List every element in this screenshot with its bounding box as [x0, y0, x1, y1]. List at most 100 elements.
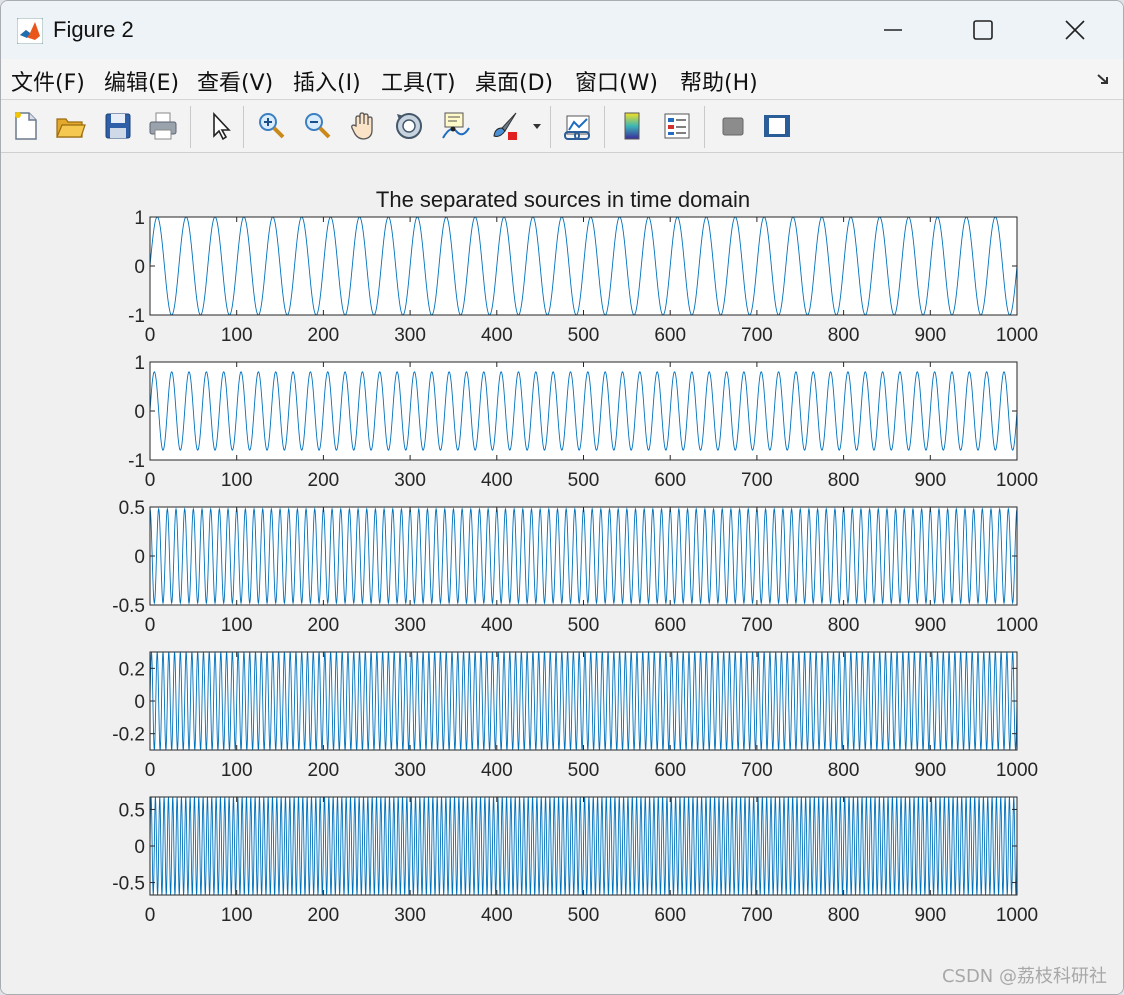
brush-button[interactable]	[485, 107, 523, 145]
axes-box	[149, 506, 1018, 606]
window-title: Figure 2	[53, 17, 134, 42]
close-button[interactable]	[1029, 1, 1121, 59]
x-tick-label: 700	[741, 615, 773, 636]
x-tick-label: 900	[914, 470, 946, 491]
x-tick-label: 700	[741, 470, 773, 491]
x-tick-label: 300	[394, 760, 426, 781]
new-figure-icon	[15, 112, 37, 140]
x-tick-label: 0	[145, 615, 156, 636]
x-tick-label: 800	[828, 615, 860, 636]
open-file-icon	[56, 118, 86, 138]
new-figure-button[interactable]	[7, 107, 45, 145]
print-icon	[149, 112, 177, 140]
menu-tools[interactable]: 工具(T)	[381, 65, 456, 97]
hide-plot-tools-button[interactable]	[714, 107, 752, 145]
figure-toolbar	[1, 100, 1123, 153]
subplot-4: 0 100 200 300 400 500 600 700 800 900 10000.20-0.2	[112, 651, 1038, 781]
x-tick-label: 400	[481, 470, 513, 491]
data-cursor-icon	[442, 112, 470, 139]
x-tick-label: 800	[828, 760, 860, 781]
x-tick-label: 700	[741, 760, 773, 781]
x-tick-label: 1000	[996, 615, 1038, 636]
y-tick-label: 0	[134, 837, 145, 858]
brush-icon	[493, 112, 517, 140]
save-button[interactable]	[99, 107, 137, 145]
y-tick-label: -1	[128, 306, 145, 327]
subplot-2: 0 100 200 300 400 500 600 700 800 900 100010-1	[128, 353, 1038, 491]
y-tick-label: 1	[134, 208, 145, 229]
x-tick-label: 800	[828, 470, 860, 491]
menu-view[interactable]: 查看(V)	[197, 65, 273, 97]
y-tick-label: 0	[134, 402, 145, 423]
y-tick-label: -0.5	[112, 874, 145, 895]
x-tick-label: 200	[308, 615, 340, 636]
menu-window[interactable]: 窗口(W)	[575, 65, 658, 97]
colorbar-button[interactable]	[613, 107, 651, 145]
subplot-3: 0 100 200 300 400 500 600 700 800 900 10000.50-0.5	[112, 498, 1038, 636]
zoom-in-button[interactable]	[252, 107, 290, 145]
x-tick-label: 1000	[996, 760, 1038, 781]
x-tick-label: 800	[828, 905, 860, 926]
x-tick-label: 0	[145, 325, 156, 346]
legend-icon	[664, 113, 690, 139]
y-tick-label: 1	[134, 353, 145, 374]
x-tick-label: 400	[481, 760, 513, 781]
x-tick-label: 400	[481, 905, 513, 926]
subplot-5: 0 100 200 300 400 500 600 700 800 900 10000.50-0.5	[112, 796, 1038, 926]
y-tick-label: 0	[134, 257, 145, 278]
maximize-button[interactable]	[937, 1, 1029, 59]
figure-canvas: The separated sources in time domain 0 10…	[1, 153, 1123, 994]
brush-dropdown[interactable]	[528, 107, 546, 145]
rotate-3d-button[interactable]	[390, 107, 428, 145]
x-tick-label: 100	[221, 905, 253, 926]
dock-figure-icon[interactable]	[1095, 71, 1111, 87]
title-bar[interactable]: Figure 2	[1, 1, 1123, 59]
data-cursor-button[interactable]	[436, 107, 474, 145]
pan-hand-icon	[351, 112, 373, 140]
y-tick-label: -1	[128, 451, 145, 472]
figure-window: Figure 2 文件(F) 编辑(E) 查看(V) 插入(I) 工具(T) 桌…	[0, 0, 1124, 995]
menu-edit[interactable]: 编辑(E)	[104, 65, 179, 97]
x-tick-label: 100	[221, 760, 253, 781]
x-tick-label: 100	[221, 615, 253, 636]
print-button[interactable]	[144, 107, 182, 145]
open-file-button[interactable]	[51, 107, 89, 145]
y-tick-label: 0.2	[119, 659, 145, 680]
menu-desktop[interactable]: 桌面(D)	[475, 65, 553, 97]
x-tick-label: 900	[914, 615, 946, 636]
link-plot-button[interactable]	[559, 107, 597, 145]
zoom-out-button[interactable]	[298, 107, 336, 145]
pan-button[interactable]	[344, 107, 382, 145]
x-tick-label: 1000	[996, 325, 1038, 346]
select-button[interactable]	[200, 107, 238, 145]
x-tick-label: 200	[308, 905, 340, 926]
menu-help[interactable]: 帮助(H)	[680, 65, 758, 97]
toolbar-separator	[550, 106, 551, 148]
x-tick-label: 900	[914, 760, 946, 781]
show-plot-tools-button[interactable]	[758, 107, 796, 145]
y-tick-label: 0	[134, 547, 145, 568]
menu-file[interactable]: 文件(F)	[11, 65, 85, 97]
x-tick-label: 400	[481, 615, 513, 636]
menu-insert[interactable]: 插入(I)	[293, 65, 361, 97]
maximize-icon	[973, 20, 993, 40]
x-tick-label: 200	[308, 760, 340, 781]
rotate-3d-icon	[396, 113, 422, 139]
y-tick-label: 0.5	[119, 800, 145, 821]
minimize-icon	[884, 29, 902, 31]
minimize-button[interactable]	[847, 1, 939, 59]
x-tick-label: 300	[394, 615, 426, 636]
x-tick-label: 900	[914, 325, 946, 346]
toolbar-separator	[704, 106, 705, 148]
x-tick-label: 0	[145, 905, 156, 926]
watermark: CSDN @荔枝科研社	[941, 966, 1107, 987]
zoom-in-icon	[259, 113, 285, 139]
y-tick-label: -0.2	[112, 725, 145, 746]
x-tick-label: 100	[221, 325, 253, 346]
colorbar-icon	[624, 112, 640, 140]
subplots: 0 100 200 300 400 500 600 700 800 900 100010-10 100…	[112, 208, 1038, 926]
legend-button[interactable]	[658, 107, 696, 145]
x-tick-label: 300	[394, 325, 426, 346]
close-icon	[1065, 20, 1085, 40]
y-tick-label: -0.5	[112, 596, 145, 617]
